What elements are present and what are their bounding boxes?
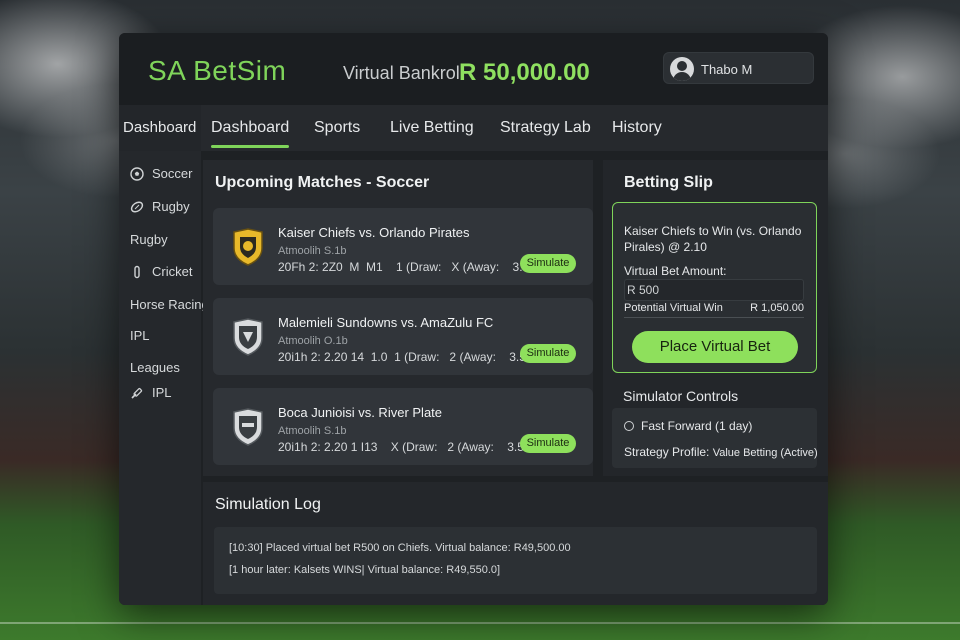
brand-logo: SA BetSim	[148, 55, 287, 86]
sidebar-item-rugby-2[interactable]: Rugby	[130, 232, 168, 247]
tab-dashboard[interactable]: Dashboard	[211, 119, 290, 148]
sidebar: Soccer Rugby Rugby Cricket Horse Racing …	[119, 151, 209, 605]
potential-win-label: Potential Virtual Win	[624, 302, 723, 314]
bet-amount-input[interactable]	[624, 279, 804, 301]
sidebar-item-label: Soccer	[152, 166, 193, 181]
match-card[interactable]: Boca Junioisi vs. River Plate Atmoolih S…	[213, 388, 593, 465]
match-meta: Atmoolih S.1b	[278, 245, 347, 257]
slip-selection: Kaiser Chiefs to Win (vs. Orlando Pirale…	[624, 224, 802, 254]
strategy-profile-label: Strategy Profile:	[624, 445, 710, 459]
match-title: Malemieli Sundowns vs. AmaZulu FC	[278, 315, 494, 330]
top-bar: SA BetSim Virtual Bankrol: R 50,000.00 T…	[119, 33, 828, 105]
betting-slip-panel: Betting Slip Kaiser Chiefs to Win (vs. O…	[603, 160, 828, 476]
simulate-button[interactable]: Simulate	[520, 434, 576, 453]
simulator-controls: Fast Forward (1 day) Strategy Profile: V…	[612, 408, 818, 468]
match-card[interactable]: Kaiser Chiefs vs. Orlando Pirates Atmool…	[213, 208, 593, 285]
app-window: SA BetSim Virtual Bankrol: R 50,000.00 T…	[119, 33, 828, 605]
user-menu[interactable]: Thabo M	[663, 52, 814, 84]
log-box: [10:30] Placed virtual bet R500 on Chief…	[214, 527, 817, 594]
sidebar-item-label: Rugby	[130, 232, 168, 247]
grey-crest-icon	[233, 408, 263, 446]
gold-crest-icon	[233, 228, 263, 266]
fast-forward-radio[interactable]	[624, 421, 634, 431]
avatar-icon	[670, 57, 694, 81]
match-title: Boca Junioisi vs. River Plate	[278, 405, 443, 420]
user-name: Thabo M	[701, 62, 753, 77]
betting-slip-title: Betting Slip	[624, 174, 713, 191]
sidebar-item-label: Cricket	[152, 264, 193, 279]
match-odds: 20Fh 2: 2Z0 M M1 1 (Draw: X (Away: 3.50	[278, 260, 536, 274]
match-meta: Atmoolih O.1b	[278, 335, 348, 347]
tab-history[interactable]: History	[612, 119, 662, 137]
bet-amount-label: Virtual Bet Amount:	[624, 264, 727, 278]
match-meta: Atmoolih S.1b	[278, 425, 347, 437]
main-nav: Dashboard Dashboard Sports Live Betting …	[119, 105, 828, 151]
sidebar-item-ipl-league[interactable]: IPL	[130, 385, 172, 400]
sidebar-item-rugby[interactable]: Rugby	[130, 199, 190, 214]
betting-slip-card: Kaiser Chiefs to Win (vs. Orlando Pirale…	[612, 202, 817, 373]
tab-strategy-lab[interactable]: Strategy Lab	[500, 119, 591, 137]
strategy-profile-value: Value Betting (Active)	[712, 447, 818, 459]
log-line: [10:30] Placed virtual bet R500 on Chief…	[229, 542, 571, 554]
soccer-ball-icon	[130, 166, 144, 181]
sidebar-item-cricket[interactable]: Cricket	[130, 264, 192, 279]
upcoming-matches-panel: Upcoming Matches - Soccer Kaiser Chiefs …	[203, 160, 593, 476]
match-title: Kaiser Chiefs vs. Orlando Pirates	[278, 225, 470, 240]
grey-crest-icon	[233, 318, 263, 356]
match-odds: 20i1h 2: 2.20 1 I13 X (Draw: 2 (Away: 3.…	[278, 440, 531, 454]
tab-live-betting[interactable]: Live Betting	[390, 119, 474, 137]
sidebar-item-ipl[interactable]: IPL	[130, 328, 150, 343]
place-virtual-bet-button[interactable]: Place Virtual Bet	[632, 331, 798, 363]
sidebar-item-label: Horse Racing	[130, 297, 209, 312]
match-odds: 20i1h 2: 2.20 14 1.0 1 (Draw: 2 (Away: 3…	[278, 350, 533, 364]
bat-icon	[130, 386, 144, 400]
sidebar-item-soccer[interactable]: Soccer	[130, 166, 192, 181]
potential-win-value: R 1,050.00	[750, 302, 804, 314]
simulator-controls-title: Simulator Controls	[623, 388, 739, 404]
strategy-profile[interactable]: Strategy Profile: Value Betting (Active)	[624, 445, 818, 459]
sidebar-section-label: Leagues	[130, 360, 180, 375]
pitch-line	[0, 622, 960, 624]
sidebar-section-leagues: Leagues	[130, 360, 180, 375]
matches-title: Upcoming Matches - Soccer	[215, 174, 430, 191]
sidebar-item-label: IPL	[130, 328, 150, 343]
fast-forward-label[interactable]: Fast Forward (1 day)	[641, 419, 752, 433]
sidebar-item-horse-racing[interactable]: Horse Racing	[130, 297, 209, 312]
sidebar-item-label: IPL	[152, 385, 172, 400]
bankroll-label: Virtual Bankrol:	[343, 63, 465, 83]
simulation-log-panel: Simulation Log [10:30] Placed virtual be…	[203, 482, 828, 605]
simulation-log-title: Simulation Log	[215, 496, 321, 513]
sidebar-header[interactable]: Dashboard	[119, 105, 201, 151]
match-card[interactable]: Malemieli Sundowns vs. AmaZulu FC Atmool…	[213, 298, 593, 375]
sidebar-header-label: Dashboard	[123, 119, 197, 136]
cricket-icon	[130, 265, 144, 279]
bankroll-value: R 50,000.00	[459, 59, 590, 86]
potential-win-row: Potential Virtual Win R 1,050.00	[624, 300, 804, 318]
rugby-ball-icon	[130, 200, 144, 214]
tab-sports[interactable]: Sports	[314, 119, 360, 137]
log-line: [1 hour later: Kalsets WINS| Virtual bal…	[229, 564, 501, 576]
simulate-button[interactable]: Simulate	[520, 254, 576, 273]
simulate-button[interactable]: Simulate	[520, 344, 576, 363]
sidebar-item-label: Rugby	[152, 199, 190, 214]
